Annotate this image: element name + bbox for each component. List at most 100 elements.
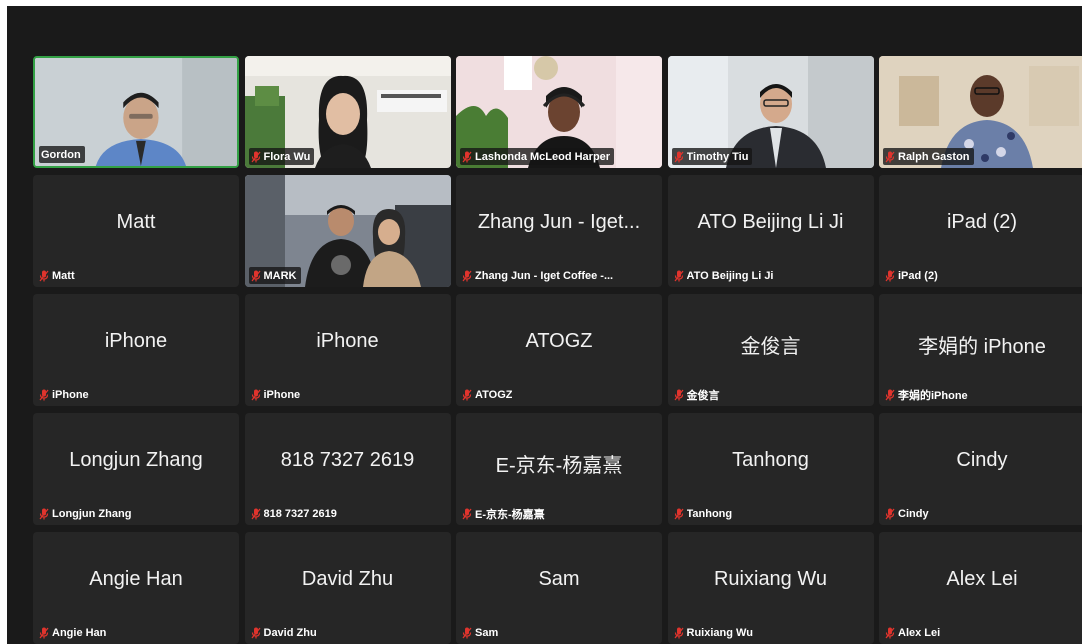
- mic-muted-icon: [673, 270, 684, 281]
- participant-display-name: David Zhu: [301, 568, 394, 590]
- participant-tile[interactable]: 李娟的 iPhone 李娟的iPhone: [879, 294, 1082, 406]
- mic-muted-icon: [885, 627, 895, 638]
- participant-tile[interactable]: 818 7327 2619 818 7327 2619: [244, 413, 451, 525]
- participant-name-text: Ralph Gaston: [898, 150, 970, 163]
- mic-muted-icon: [885, 270, 895, 281]
- mic-muted-icon: [39, 508, 49, 519]
- participant-display-name: Angie Han: [89, 568, 183, 590]
- participant-name-text: iPad (2): [898, 269, 938, 282]
- participant-tile[interactable]: Zhang Jun - Iget... Zhang Jun - Iget Cof…: [456, 175, 662, 287]
- participant-display-name: Longjun Zhang: [69, 449, 203, 471]
- participant-name-label: Flora Wu: [248, 148, 315, 165]
- participant-name-label: Matt: [37, 267, 79, 284]
- mic-muted-icon: [885, 151, 895, 162]
- participant-name-label: Alex Lei: [883, 624, 944, 641]
- participant-tile[interactable]: ATOGZ ATOGZ: [456, 294, 662, 406]
- participant-name-text: Timothy Tiu: [686, 150, 749, 163]
- participant-tile[interactable]: Alex Lei Alex Lei: [879, 532, 1082, 644]
- participant-name-text: Lashonda McLeod Harper: [475, 150, 611, 163]
- participant-tile[interactable]: ATO Beijing Li Ji ATO Beijing Li Ji: [667, 175, 874, 287]
- participant-name-label: ATOGZ: [460, 386, 516, 403]
- mic-muted-icon: [250, 270, 261, 281]
- participant-name-label: Tanhong: [672, 505, 737, 522]
- participant-display-name: Ruixiang Wu: [713, 568, 828, 590]
- participant-name-label: Cindy: [883, 505, 933, 522]
- participant-name-text: Alex Lei: [898, 626, 941, 639]
- participant-name-label: iPhone: [249, 386, 305, 403]
- participant-tile[interactable]: Longjun Zhang Longjun Zhang: [33, 413, 239, 525]
- participant-display-name: ATOGZ: [525, 330, 593, 352]
- mic-muted-icon: [885, 508, 895, 519]
- participant-tile[interactable]: Timothy Tiu: [667, 56, 874, 168]
- mic-muted-icon: [462, 508, 472, 519]
- participant-display-name: iPhone: [316, 330, 379, 352]
- participant-name-text: Angie Han: [52, 626, 107, 639]
- participant-name-text: Matt: [52, 269, 75, 282]
- participant-display-name: iPad (2): [946, 211, 1018, 233]
- participant-name-text: 金俊言: [686, 389, 720, 402]
- participant-name-text: 818 7327 2619: [263, 507, 337, 520]
- participant-name-label: E-京东-杨嘉熹: [460, 505, 549, 522]
- participant-tile[interactable]: Angie Han Angie Han: [33, 532, 239, 644]
- participant-name-label: Ruixiang Wu: [672, 624, 757, 641]
- participant-display-name: E-京东-杨嘉熹: [495, 455, 623, 477]
- mic-muted-icon: [673, 151, 684, 162]
- participant-gallery: Gordon Flora Wu Lashonda McLeod Harper T…: [33, 56, 1082, 644]
- participant-display-name: Alex Lei: [946, 568, 1018, 590]
- participant-name-text: ATOGZ: [475, 388, 513, 401]
- participant-tile[interactable]: 金俊言 金俊言: [667, 294, 874, 406]
- participant-display-name: 李娟的 iPhone: [918, 336, 1046, 358]
- mic-muted-icon: [250, 151, 261, 162]
- participant-name-label: 李娟的iPhone: [883, 386, 972, 403]
- participant-tile[interactable]: E-京东-杨嘉熹 E-京东-杨嘉熹: [456, 413, 662, 525]
- participant-tile[interactable]: Gordon: [33, 56, 239, 168]
- participant-name-label: 金俊言: [672, 386, 724, 403]
- participant-display-name: 818 7327 2619: [280, 449, 415, 471]
- mic-muted-icon: [250, 389, 261, 400]
- participant-tile[interactable]: Sam Sam: [456, 532, 662, 644]
- participant-name-label: MARK: [248, 267, 301, 284]
- participant-name-label: Sam: [460, 624, 502, 641]
- participant-name-label: Lashonda McLeod Harper: [460, 148, 615, 165]
- participant-name-text: Flora Wu: [263, 150, 311, 163]
- participant-name-label: Gordon: [39, 146, 85, 163]
- participant-name-label: iPhone: [37, 386, 93, 403]
- participant-display-name: Matt: [116, 211, 156, 233]
- participant-name-text: David Zhu: [263, 626, 317, 639]
- participant-name-text: Cindy: [898, 507, 929, 520]
- participant-tile[interactable]: iPhone iPhone: [33, 294, 239, 406]
- participant-tile[interactable]: Ralph Gaston: [879, 56, 1082, 168]
- participant-tile[interactable]: Matt Matt: [33, 175, 239, 287]
- participant-name-text: Zhang Jun - Iget Coffee -...: [475, 269, 614, 282]
- mic-muted-icon: [39, 270, 49, 281]
- mic-muted-icon: [673, 508, 684, 519]
- participant-tile[interactable]: Ruixiang Wu Ruixiang Wu: [667, 532, 874, 644]
- participant-display-name: 金俊言: [740, 336, 801, 358]
- participant-tile[interactable]: iPad (2) iPad (2): [879, 175, 1082, 287]
- participant-display-name: Tanhong: [732, 449, 809, 471]
- participant-name-text: MARK: [263, 269, 297, 282]
- participant-tile[interactable]: iPhone iPhone: [244, 294, 451, 406]
- participant-tile[interactable]: David Zhu David Zhu: [244, 532, 451, 644]
- participant-name-text: Sam: [475, 626, 499, 639]
- mic-muted-icon: [250, 627, 261, 638]
- mic-muted-icon: [462, 389, 472, 400]
- participant-tile[interactable]: MARK: [244, 175, 451, 287]
- participant-name-text: Gordon: [41, 148, 81, 161]
- participant-display-name: ATO Beijing Li Ji: [697, 211, 844, 233]
- participant-name-label: Angie Han: [37, 624, 110, 641]
- participant-tile[interactable]: Tanhong Tanhong: [667, 413, 874, 525]
- participant-name-label: David Zhu: [249, 624, 321, 641]
- participant-name-label: ATO Beijing Li Ji: [672, 267, 778, 284]
- participant-name-text: iPhone: [263, 388, 301, 401]
- participant-display-name: Zhang Jun - Iget...: [477, 211, 641, 233]
- participant-name-text: Ruixiang Wu: [686, 626, 753, 639]
- participant-name-text: Tanhong: [686, 507, 733, 520]
- participant-tile[interactable]: Lashonda McLeod Harper: [456, 56, 662, 168]
- mic-muted-icon: [39, 389, 49, 400]
- participant-tile[interactable]: Cindy Cindy: [879, 413, 1082, 525]
- participant-name-label: Zhang Jun - Iget Coffee -...: [460, 267, 617, 284]
- participant-name-text: Longjun Zhang: [52, 507, 132, 520]
- participant-tile[interactable]: Flora Wu: [244, 56, 451, 168]
- mic-muted-icon: [39, 627, 49, 638]
